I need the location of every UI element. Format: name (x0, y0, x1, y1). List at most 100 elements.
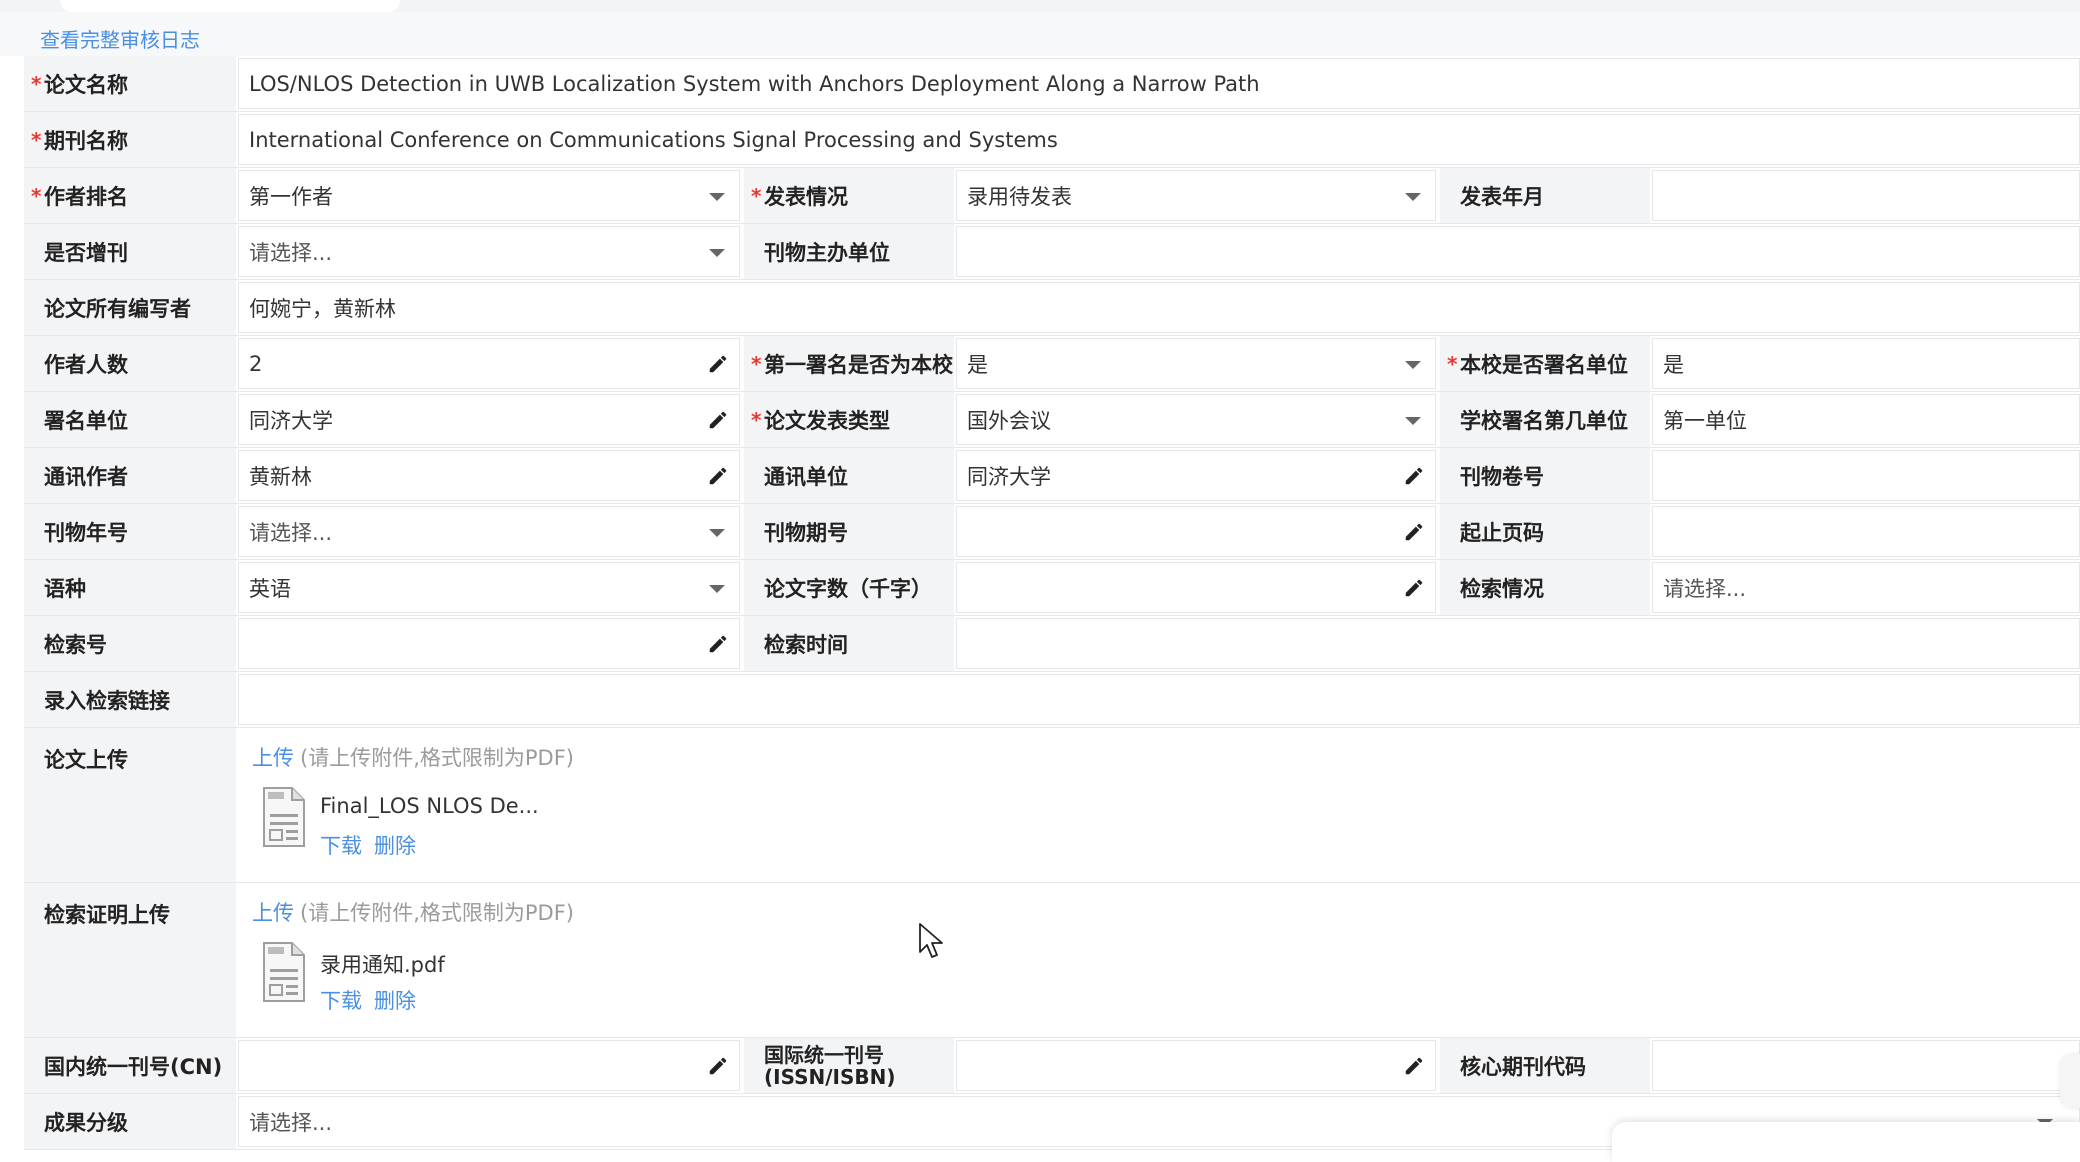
row-index-link: 录入检索链接 (24, 672, 2080, 728)
paper-delete-link[interactable]: 删除 (374, 834, 416, 858)
row-paper-upload: 论文上传 上传 (请上传附件,格式限制为PDF) Final_LOS NLOS D… (24, 728, 2080, 883)
issn-field[interactable] (956, 1040, 1436, 1091)
paper-title-label: 论文名称 (24, 56, 236, 111)
mouse-cursor-icon (919, 923, 943, 958)
paper-upload-link[interactable]: 上传 (252, 746, 294, 770)
floating-side-button[interactable] (2060, 1054, 2080, 1108)
index-link-field[interactable] (238, 674, 2080, 725)
caret-down-icon (709, 248, 725, 257)
all-authors-field[interactable]: 何婉宁，黄新林 (238, 282, 2080, 333)
core-code-field[interactable] (1652, 1040, 2080, 1091)
pencil-icon[interactable] (707, 633, 729, 655)
caret-down-icon (709, 584, 725, 593)
sponsor-field[interactable] (956, 226, 2080, 277)
proof-download-link[interactable]: 下载 (320, 989, 362, 1013)
proof-upload-label: 检索证明上传 (24, 883, 236, 1037)
row-sign-unit: 署名单位 同济大学 论文发表类型 国外会议 学校署名第几单位 第一单位 (24, 392, 2080, 448)
pencil-icon[interactable] (1403, 1055, 1425, 1077)
row-corr-author: 通讯作者 黄新林 通讯单位 同济大学 刊物卷号 (24, 448, 2080, 504)
paper-upload-hint: (请上传附件,格式限制为PDF) (300, 746, 574, 770)
index-time-field[interactable] (956, 618, 2080, 669)
index-no-field[interactable] (238, 618, 740, 669)
corr-author-label: 通讯作者 (24, 448, 236, 503)
paper-download-link[interactable]: 下载 (320, 834, 362, 858)
corr-author-field[interactable]: 黄新林 (238, 450, 740, 501)
paper-form: 论文名称 LOS/NLOS Detection in UWB Localizat… (24, 56, 2080, 1150)
language-label: 语种 (24, 560, 236, 615)
row-year: 刊物年号 请选择... 刊物期号 起止页码 (24, 504, 2080, 560)
paper-type-select[interactable]: 国外会议 (956, 394, 1436, 445)
row-author-rank: 作者排名 第一作者 发表情况 录用待发表 发表年月 (24, 168, 2080, 224)
caret-down-icon (709, 192, 725, 201)
publish-status-select[interactable]: 录用待发表 (956, 170, 1436, 221)
language-select[interactable]: 英语 (238, 562, 740, 613)
paper-upload-area: 上传 (请上传附件,格式限制为PDF) Final_LOS NLOS De... … (236, 728, 2080, 882)
school-signed-label: 本校是否署名单位 (1440, 336, 1650, 391)
pencil-icon[interactable] (1403, 577, 1425, 599)
publish-status-label: 发表情况 (744, 168, 954, 223)
proof-delete-link[interactable]: 删除 (374, 989, 416, 1013)
author-rank-label: 作者排名 (24, 168, 236, 223)
audit-log-link[interactable]: 查看完整审核日志 (40, 24, 200, 53)
pages-field[interactable] (1652, 506, 2080, 557)
pencil-icon[interactable] (707, 465, 729, 487)
paper-file-name[interactable]: Final_LOS NLOS De... (320, 794, 539, 818)
index-no-label: 检索号 (24, 616, 236, 671)
window-top-bar (0, 0, 2080, 12)
first-sign-school-select[interactable]: 是 (956, 338, 1436, 389)
word-count-field[interactable] (956, 562, 1436, 613)
author-rank-select[interactable]: 第一作者 (238, 170, 740, 221)
publish-date-field[interactable] (1652, 170, 2080, 221)
caret-down-icon (1405, 416, 1421, 425)
pencil-icon[interactable] (1403, 521, 1425, 543)
row-paper-title: 论文名称 LOS/NLOS Detection in UWB Localizat… (24, 56, 2080, 112)
paper-title-field[interactable]: LOS/NLOS Detection in UWB Localization S… (238, 58, 2080, 109)
year-select[interactable]: 请选择... (238, 506, 740, 557)
log-strip: 查看完整审核日志 (0, 12, 2080, 56)
journal-name-field[interactable]: International Conference on Communicatio… (238, 114, 2080, 165)
caret-down-icon (709, 528, 725, 537)
grade-label: 成果分级 (24, 1094, 236, 1149)
pencil-icon[interactable] (707, 409, 729, 431)
volume-field[interactable] (1652, 450, 2080, 501)
row-proof-upload: 检索证明上传 上传 (请上传附件,格式限制为PDF) 录用通知.pdf 下载 删除 (24, 883, 2080, 1038)
index-status-select[interactable]: 请选择... (1652, 562, 2080, 613)
corr-unit-field[interactable]: 同济大学 (956, 450, 1436, 501)
school-rank-field[interactable]: 第一单位 (1652, 394, 2080, 445)
issue-label: 刊物期号 (744, 504, 954, 559)
supplement-label: 是否增刊 (24, 224, 236, 279)
supplement-select[interactable]: 请选择... (238, 226, 740, 277)
proof-file-name[interactable]: 录用通知.pdf (320, 949, 445, 979)
row-language: 语种 英语 论文字数（千字） 检索情况 请选择... (24, 560, 2080, 616)
pencil-icon[interactable] (707, 1055, 729, 1077)
author-count-field[interactable]: 2 (238, 338, 740, 389)
row-index-no: 检索号 检索时间 (24, 616, 2080, 672)
index-status-label: 检索情况 (1440, 560, 1650, 615)
active-tab-shape (60, 0, 400, 12)
school-signed-field[interactable]: 是 (1652, 338, 2080, 389)
pages-label: 起止页码 (1440, 504, 1650, 559)
first-sign-school-label: 第一署名是否为本校 (744, 336, 954, 391)
proof-upload-link[interactable]: 上传 (252, 901, 294, 925)
all-authors-label: 论文所有编写者 (24, 280, 236, 335)
sign-unit-label: 署名单位 (24, 392, 236, 447)
row-journal-name: 期刊名称 International Conference on Communi… (24, 112, 2080, 168)
proof-upload-hint: (请上传附件,格式限制为PDF) (300, 901, 574, 925)
cn-field[interactable] (238, 1040, 740, 1091)
journal-name-label: 期刊名称 (24, 112, 236, 167)
caret-down-icon (1405, 360, 1421, 369)
row-author-count: 作者人数 2 第一署名是否为本校 是 本校是否署名单位 是 (24, 336, 2080, 392)
year-label: 刊物年号 (24, 504, 236, 559)
index-link-label: 录入检索链接 (24, 672, 236, 727)
pencil-icon[interactable] (707, 353, 729, 375)
paper-upload-label: 论文上传 (24, 728, 236, 882)
publish-date-label: 发表年月 (1440, 168, 1650, 223)
pdf-file-icon (262, 786, 306, 848)
pencil-icon[interactable] (1403, 465, 1425, 487)
cn-label: 国内统一刊号(CN) (24, 1038, 236, 1093)
corr-unit-label: 通讯单位 (744, 448, 954, 503)
sign-unit-field[interactable]: 同济大学 (238, 394, 740, 445)
issue-field[interactable] (956, 506, 1436, 557)
pdf-file-icon (262, 941, 306, 1003)
word-count-label: 论文字数（千字） (744, 560, 954, 615)
